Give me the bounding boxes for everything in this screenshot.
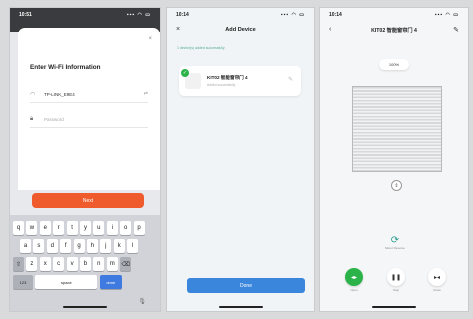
signal-icon: ▪▪▪ ◠ ▭ xyxy=(434,12,459,18)
header: ‹ KIT02 智能窗帘门 4 ✎ xyxy=(320,22,468,42)
key-x[interactable]: x xyxy=(39,257,51,271)
reverse-icon: ⟳ xyxy=(390,235,400,246)
edit-icon[interactable]: ✎ xyxy=(288,76,293,83)
key-k[interactable]: k xyxy=(113,239,125,253)
close-control[interactable]: ▸◂ Close xyxy=(427,268,447,292)
key-w[interactable]: w xyxy=(26,221,38,235)
swap-arrows-icon[interactable]: ⇄ xyxy=(144,91,148,97)
key-p[interactable]: p xyxy=(133,221,145,235)
ssid-value: TP-LINK_E9E4 xyxy=(44,92,75,97)
next-button[interactable]: Next xyxy=(32,193,144,208)
key-h[interactable]: h xyxy=(86,239,98,253)
key-q[interactable]: q xyxy=(13,221,24,235)
key-n[interactable]: n xyxy=(93,257,105,271)
done-button[interactable]: Done xyxy=(187,278,305,293)
key-y[interactable]: y xyxy=(79,221,91,235)
lock-icon: 🔒︎ xyxy=(30,116,34,122)
status-bar: 10:14 ▪▪▪ ◠ ▭ xyxy=(320,8,468,22)
close-curtain-icon[interactable]: ▸◂ xyxy=(428,268,446,286)
status-time: 10:14 xyxy=(176,12,189,18)
open-control[interactable]: ◂▸ Open xyxy=(344,268,364,292)
drag-handle[interactable]: ⇕ xyxy=(391,180,402,191)
key-r[interactable]: r xyxy=(53,221,65,235)
wifi-icon: ◠ xyxy=(30,92,36,98)
keyboard-row-1: qwertyuiop xyxy=(13,221,147,235)
key-m[interactable]: m xyxy=(106,257,118,271)
open-icon[interactable]: ◂▸ xyxy=(345,268,363,286)
key-j[interactable]: j xyxy=(100,239,112,253)
open-label: Open xyxy=(350,288,358,292)
signal-icon: ▪▪▪ ◠ ▭ xyxy=(126,12,151,18)
success-hint: 1 device(s) added successfully xyxy=(177,46,225,50)
device-status: Added successfully xyxy=(207,83,236,87)
signal-icon: ▪▪▪ ◠ ▭ xyxy=(280,12,305,18)
key-l[interactable]: l xyxy=(127,239,139,253)
wifi-ssid-field[interactable]: ◠ TP-LINK_E9E4 ⇄ xyxy=(30,88,148,103)
wifi-dialog: × Enter Wi-Fi Information ◠ TP-LINK_E9E4… xyxy=(18,28,160,190)
status-time: 10:14 xyxy=(329,12,342,18)
stop-control[interactable]: ❚❚ Stop xyxy=(386,268,406,292)
key-a[interactable]: a xyxy=(20,239,31,253)
check-icon: ✓ xyxy=(181,69,189,77)
keyboard: qwertyuiop asdfghjkl ⇧ z x c v b n m ⌫ 123 spac… xyxy=(10,215,160,311)
motor-reverse-toggle[interactable]: ⟳ Motor Reverse xyxy=(384,235,406,250)
space-key[interactable]: space xyxy=(35,275,98,289)
status-time: 10:51 xyxy=(19,12,32,18)
close-icon[interactable]: × xyxy=(148,36,152,42)
status-bar: 10:51 ▪▪▪ ◠ ▭ xyxy=(10,8,160,22)
keyboard-row-4: 123 space done xyxy=(13,275,124,289)
key-f[interactable]: f xyxy=(60,239,72,253)
microphone-icon[interactable]: 🎙︎ xyxy=(138,298,146,305)
backspace-key[interactable]: ⌫ xyxy=(120,257,132,271)
device-name: KIT02 智能窗帘门 4 xyxy=(207,75,248,80)
key-t[interactable]: t xyxy=(66,221,78,235)
header: × Add Device xyxy=(167,22,314,42)
key-g[interactable]: g xyxy=(73,239,85,253)
keyboard-row-3: ⇧ z x c v b n m ⌫ xyxy=(13,257,134,271)
pause-icon[interactable]: ❚❚ xyxy=(387,268,405,286)
password-field[interactable]: 🔒︎ Password xyxy=(30,113,148,128)
home-indicator xyxy=(63,306,107,308)
key-i[interactable]: i xyxy=(106,221,118,235)
key-v[interactable]: v xyxy=(66,257,78,271)
key-e[interactable]: e xyxy=(39,221,51,235)
reverse-label: Motor Reverse xyxy=(385,246,405,250)
blind-visual xyxy=(352,86,442,172)
key-b[interactable]: b xyxy=(79,257,91,271)
status-bar: 10:14 ▪▪▪ ◠ ▭ xyxy=(167,8,314,22)
key-u[interactable]: u xyxy=(93,221,105,235)
stop-label: Stop xyxy=(392,288,400,292)
key-c[interactable]: c xyxy=(53,257,65,271)
shift-key[interactable]: ⇧ xyxy=(13,257,24,271)
position-badge: 100% xyxy=(379,59,409,70)
wifi-setup-screen: 10:51 ▪▪▪ ◠ ▭ × Enter Wi-Fi Information … xyxy=(10,8,160,311)
device-title: KIT02 智能窗帘门 4 xyxy=(371,28,417,34)
key-d[interactable]: d xyxy=(46,239,58,253)
home-indicator xyxy=(372,306,416,308)
dialog-title: Enter Wi-Fi Information xyxy=(30,64,101,71)
key-z[interactable]: z xyxy=(26,257,38,271)
add-device-screen: 10:14 ▪▪▪ ◠ ▭ × Add Device 1 device(s) a… xyxy=(167,8,314,311)
close-label: Close xyxy=(433,288,441,292)
device-card[interactable]: ✓ KIT02 智能窗帘门 4 Added successfully ✎ xyxy=(179,66,301,96)
numbers-key[interactable]: 123 xyxy=(13,275,33,289)
done-key[interactable]: done xyxy=(99,275,122,289)
home-indicator xyxy=(218,306,263,308)
password-placeholder: Password xyxy=(44,117,64,122)
curtain-control-screen: 10:14 ▪▪▪ ◠ ▭ ‹ KIT02 智能窗帘门 4 ✎ 100% ⇕ ⟳… xyxy=(320,8,468,311)
page-title: Add Device xyxy=(225,27,256,33)
key-o[interactable]: o xyxy=(120,221,132,235)
edit-icon[interactable]: ✎ xyxy=(453,26,459,34)
keyboard-row-2: asdfghjkl xyxy=(20,239,141,253)
key-s[interactable]: s xyxy=(33,239,45,253)
